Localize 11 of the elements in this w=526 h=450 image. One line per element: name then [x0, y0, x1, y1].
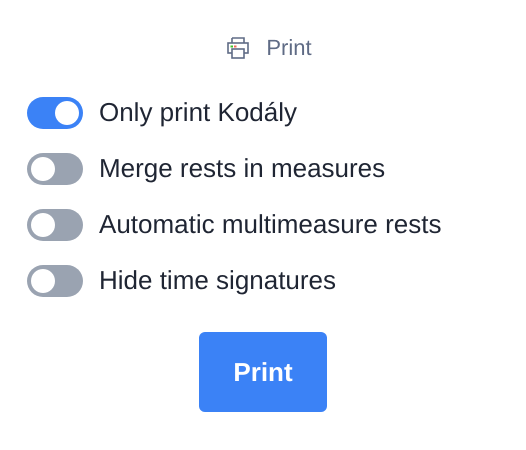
option-label: Automatic multimeasure rests	[99, 209, 442, 240]
dialog-title: Print	[266, 35, 312, 61]
toggle-switch[interactable]	[27, 152, 83, 184]
option-label: Merge rests in measures	[99, 153, 386, 184]
option-label: Only print Kodály	[99, 97, 297, 128]
toggle-switch[interactable]	[27, 264, 83, 296]
print-button[interactable]: Print	[199, 332, 327, 412]
printer-icon	[226, 36, 250, 60]
toggle-switch[interactable]	[27, 96, 83, 128]
option-label: Hide time signatures	[99, 265, 336, 296]
toggle-switch[interactable]	[27, 208, 83, 240]
